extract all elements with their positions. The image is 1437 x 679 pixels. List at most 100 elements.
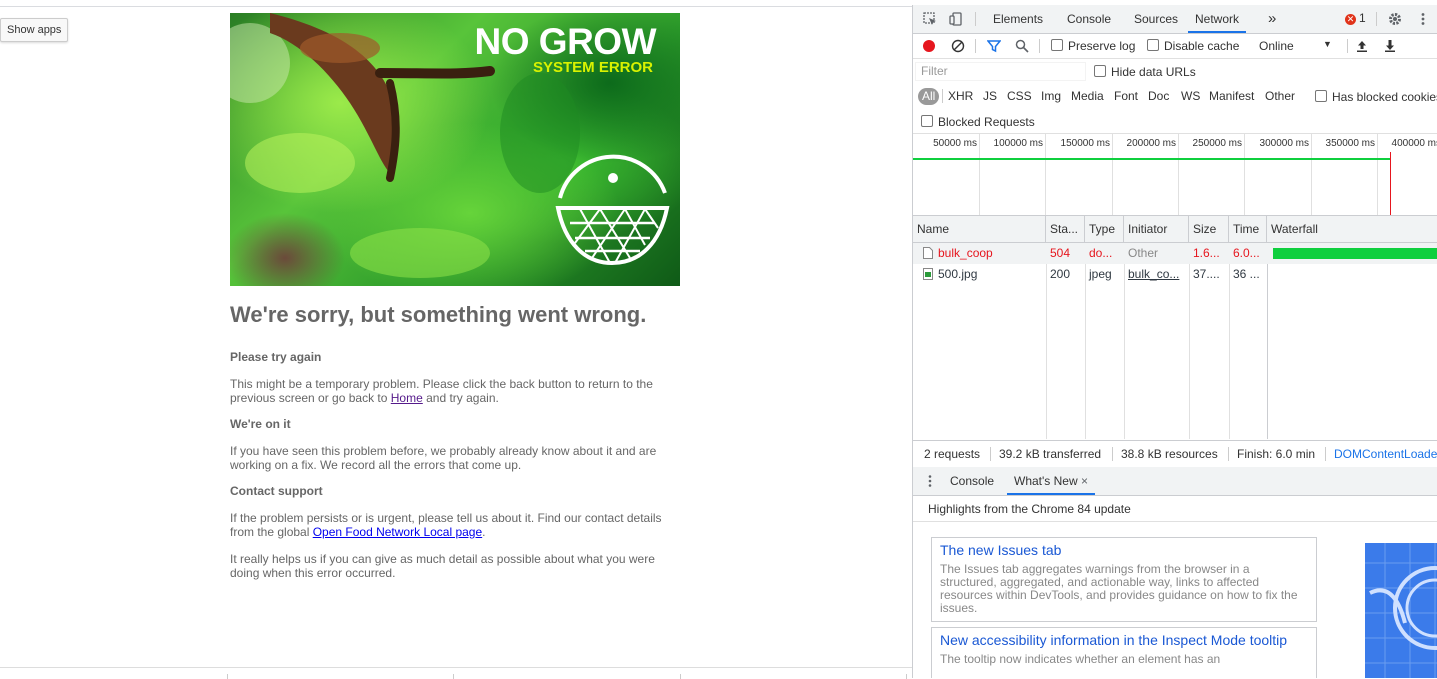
request-size: 1.6... — [1193, 246, 1220, 260]
filter-icon[interactable] — [987, 39, 1001, 53]
divider — [227, 674, 228, 679]
local-page-link[interactable]: Open Food Network Local page — [313, 525, 482, 539]
tab-console[interactable]: Console — [1067, 5, 1111, 33]
request-initiator-link[interactable]: bulk_co... — [1124, 264, 1189, 285]
timeline-tick-label: 50000 ms — [933, 138, 977, 149]
type-filter-img[interactable]: Img — [1039, 88, 1063, 105]
inspect-element-icon[interactable] — [923, 12, 937, 26]
record-button[interactable] — [923, 40, 935, 52]
hero-image: NO GROW SYSTEM ERROR — [230, 13, 680, 286]
timeline-tick-label: 200000 ms — [1126, 138, 1176, 149]
section-title-contact: Contact support — [230, 484, 323, 498]
divider — [990, 447, 991, 461]
card-body: The Issues tab aggregates warnings from … — [940, 562, 1298, 615]
table-row[interactable]: bulk_coop 504 do... Other 1.6... 6.0... — [913, 243, 1437, 264]
column-type[interactable]: Type — [1085, 216, 1124, 242]
timeline-tick-label: 300000 ms — [1259, 138, 1309, 149]
column-initiator[interactable]: Initiator — [1124, 216, 1189, 242]
has-blocked-cookies-label: Has blocked cookies — [1332, 90, 1437, 104]
table-row[interactable]: 500.jpg 200 jpeg bulk_co... 37.... 36 ..… — [913, 264, 1437, 285]
checkbox-box — [1315, 90, 1327, 102]
timeline-tick-label: 250000 ms — [1192, 138, 1242, 149]
divider — [975, 39, 976, 53]
type-filter-other[interactable]: Other — [1263, 88, 1297, 105]
clear-icon[interactable] — [951, 39, 965, 53]
request-type: do... — [1089, 246, 1113, 260]
type-filter-ws[interactable]: WS — [1179, 88, 1202, 105]
network-overview[interactable]: 50000 ms 100000 ms 150000 ms 200000 ms 2… — [913, 134, 1437, 216]
request-time: 36 ... — [1233, 267, 1260, 281]
column-waterfall[interactable]: Waterfall — [1267, 216, 1437, 242]
checkbox-box — [1094, 65, 1106, 77]
bottom-bar — [0, 667, 912, 679]
text-fragment: and try again. — [422, 391, 499, 405]
error-heading: We're sorry, but something went wrong. — [230, 302, 647, 327]
request-type: jpeg — [1089, 267, 1112, 281]
column-size[interactable]: Size — [1189, 216, 1229, 242]
devtools-tabbar: Elements Console Sources Network » ✕ 1 — [913, 5, 1437, 34]
whats-new-card[interactable]: New accessibility information in the Ins… — [931, 627, 1317, 678]
divider — [1112, 447, 1113, 461]
requests-table-body: bulk_coop 504 do... Other 1.6... 6.0... … — [913, 243, 1437, 439]
import-har-icon[interactable] — [1355, 39, 1369, 53]
throttling-select[interactable]: Online ▼ — [1259, 39, 1332, 53]
section-title-try-again: Please try again — [230, 350, 322, 364]
timeline-tick-label: 400000 ms — [1391, 138, 1437, 149]
tab-sources[interactable]: Sources — [1134, 5, 1178, 33]
column-name[interactable]: Name — [913, 216, 1046, 242]
type-filter-font[interactable]: Font — [1112, 88, 1140, 105]
search-icon[interactable] — [1015, 39, 1029, 53]
throttling-value: Online — [1259, 39, 1294, 53]
drawer-menu-icon[interactable] — [923, 474, 937, 488]
column-status[interactable]: Sta... — [1046, 216, 1085, 242]
error-count-badge[interactable]: ✕ 1 — [1345, 11, 1366, 25]
hide-data-urls-checkbox[interactable]: Hide data URLs — [1094, 65, 1196, 79]
divider — [1376, 12, 1377, 26]
preserve-log-checkbox[interactable]: Preserve log — [1051, 39, 1135, 53]
devtools-panel: Elements Console Sources Network » ✕ 1 Pr — [912, 5, 1437, 678]
type-filter-xhr[interactable]: XHR — [946, 88, 975, 105]
divider — [906, 674, 907, 679]
requests-table-header: Name Sta... Type Initiator Size Time Wat… — [913, 216, 1437, 243]
resources-size: 38.8 kB resources — [1121, 447, 1218, 461]
document-icon — [923, 247, 933, 259]
filter-input[interactable]: Filter — [915, 62, 1086, 81]
card-body: The tooltip now indicates whether an ele… — [940, 652, 1221, 666]
more-tabs-button[interactable]: » — [1268, 5, 1276, 33]
load-event-marker — [1390, 152, 1391, 215]
blocked-requests-checkbox[interactable]: Blocked Requests — [921, 115, 1035, 129]
whats-new-card[interactable]: The new Issues tab The Issues tab aggreg… — [931, 537, 1317, 622]
divider — [1039, 39, 1040, 53]
column-time[interactable]: Time — [1229, 216, 1267, 242]
hero-subtitle: SYSTEM ERROR — [532, 59, 653, 76]
tab-elements[interactable]: Elements — [993, 5, 1043, 33]
card-title: New accessibility information in the Ins… — [940, 632, 1288, 648]
type-filter-js[interactable]: JS — [981, 88, 999, 105]
type-filter-all[interactable]: All — [918, 88, 940, 105]
has-blocked-cookies-checkbox[interactable]: Has blocked cookies — [1315, 90, 1437, 104]
home-link[interactable]: Home — [391, 391, 423, 405]
request-name-text: 500.jpg — [938, 267, 978, 281]
type-filter-media[interactable]: Media — [1069, 88, 1106, 105]
type-filter-css[interactable]: CSS — [1005, 88, 1034, 105]
device-toolbar-icon[interactable] — [949, 12, 963, 26]
tab-network[interactable]: Network — [1188, 5, 1247, 33]
type-filter-doc[interactable]: Doc — [1146, 88, 1171, 105]
promo-graphic — [1365, 543, 1437, 678]
type-filter-manifest[interactable]: Manifest — [1207, 88, 1256, 105]
disable-cache-checkbox[interactable]: Disable cache — [1147, 39, 1239, 53]
settings-gear-icon[interactable] — [1388, 12, 1402, 26]
more-options-icon[interactable] — [1416, 12, 1430, 26]
request-time: 6.0... — [1233, 246, 1260, 260]
export-har-icon[interactable] — [1383, 39, 1397, 53]
show-apps-tooltip: Show apps — [0, 18, 69, 42]
error-page: NO GROW SYSTEM ERROR We're sorry, but so… — [230, 13, 680, 580]
drawer-tab-whats-new[interactable]: What's New × — [1007, 467, 1095, 495]
timeline-tick-label: 100000 ms — [993, 138, 1043, 149]
checkbox-box — [1051, 39, 1063, 51]
close-icon[interactable]: × — [1081, 474, 1088, 488]
timeline-tick-label: 150000 ms — [1060, 138, 1110, 149]
divider — [453, 674, 454, 679]
error-icon: ✕ — [1345, 14, 1356, 25]
drawer-tab-console[interactable]: Console — [950, 467, 994, 495]
